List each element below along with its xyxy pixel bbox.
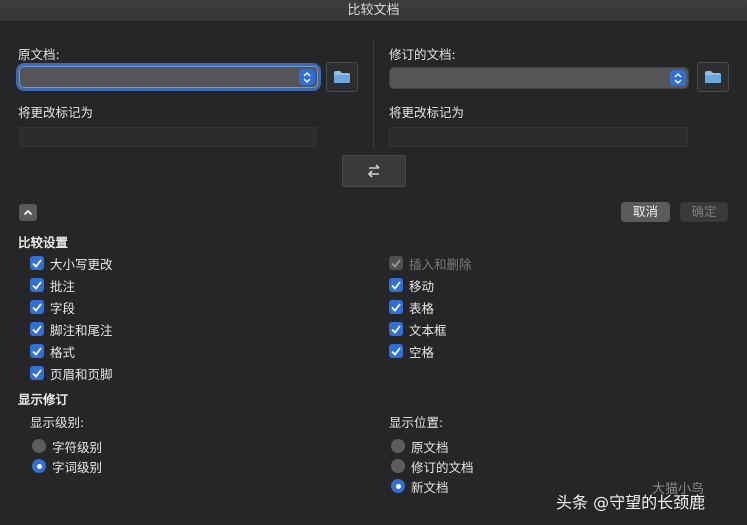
checkbox-text-boxes[interactable]: 文本框 <box>389 321 447 338</box>
updown-chevron-icon <box>670 70 686 86</box>
checkbox-comments[interactable]: 批注 <box>30 277 75 294</box>
original-doc-label: 原文档: <box>18 47 60 62</box>
cancel-button[interactable]: 取消 <box>621 202 670 222</box>
checkmark-icon <box>30 300 44 314</box>
updown-chevron-icon <box>299 69 315 85</box>
checkbox-moves[interactable]: 移动 <box>389 277 434 294</box>
show-position-label: 显示位置: <box>389 415 444 430</box>
checkmark-icon <box>389 278 403 292</box>
watermark-text: 头条 @守望的长颈鹿 <box>556 493 706 512</box>
compare-settings-heading: 比较设置 <box>18 235 69 250</box>
revised-doc-select[interactable] <box>389 67 689 89</box>
radio-revised-document[interactable]: 修订的文档 <box>391 458 474 475</box>
radio-indicator <box>391 459 405 473</box>
checkbox-white-space[interactable]: 空格 <box>389 343 434 360</box>
folder-icon <box>334 71 350 83</box>
radio-character-level[interactable]: 字符级别 <box>32 438 102 455</box>
checkbox-footnotes[interactable]: 脚注和尾注 <box>30 321 113 338</box>
radio-word-level[interactable]: 字词级别 <box>32 458 102 475</box>
checkmark-icon <box>389 344 403 358</box>
radio-indicator <box>32 439 46 453</box>
radio-original-document[interactable]: 原文档 <box>391 438 449 455</box>
checkmark-icon <box>30 278 44 292</box>
radio-indicator <box>391 479 405 493</box>
original-doc-select[interactable] <box>19 66 318 88</box>
checkbox-formatting[interactable]: 格式 <box>30 343 75 360</box>
original-mark-label: 将更改标记为 <box>18 105 94 120</box>
show-revisions-heading: 显示修订 <box>18 392 69 407</box>
ok-button[interactable]: 确定 <box>680 202 728 222</box>
revised-doc-label: 修订的文档: <box>389 47 456 62</box>
revised-mark-field[interactable] <box>389 127 688 147</box>
checkbox-case-changes[interactable]: 大小写更改 <box>30 255 113 272</box>
swap-arrows-icon <box>367 164 380 178</box>
checkmark-icon <box>389 300 403 314</box>
original-mark-field[interactable] <box>19 127 317 147</box>
checkmark-icon <box>389 322 403 336</box>
checkmark-icon <box>30 256 44 270</box>
revised-mark-label: 将更改标记为 <box>389 105 465 120</box>
radio-indicator <box>32 459 46 473</box>
window-title: 比较文档 <box>0 0 747 22</box>
show-level-label: 显示级别: <box>30 415 85 430</box>
checkbox-insertions-deletions: 插入和删除 <box>389 255 472 272</box>
checkmark-icon <box>389 256 403 270</box>
checkbox-tables[interactable]: 表格 <box>389 299 434 316</box>
checkbox-fields[interactable]: 字段 <box>30 299 75 316</box>
radio-new-document[interactable]: 新文档 <box>391 478 449 495</box>
chevron-up-icon <box>23 209 33 216</box>
watermark: 头条 @守望的长颈鹿 <box>556 486 705 516</box>
swap-documents-button[interactable] <box>342 155 406 187</box>
checkmark-icon <box>30 322 44 336</box>
radio-indicator <box>391 439 405 453</box>
checkmark-icon <box>30 366 44 380</box>
checkbox-headers-footers[interactable]: 页眉和页脚 <box>30 365 113 382</box>
original-doc-browse-button[interactable] <box>326 62 358 92</box>
collapse-options-button[interactable] <box>19 204 37 221</box>
revised-doc-browse-button[interactable] <box>697 62 729 92</box>
folder-icon <box>705 71 721 83</box>
checkmark-icon <box>30 344 44 358</box>
column-divider <box>373 40 374 148</box>
